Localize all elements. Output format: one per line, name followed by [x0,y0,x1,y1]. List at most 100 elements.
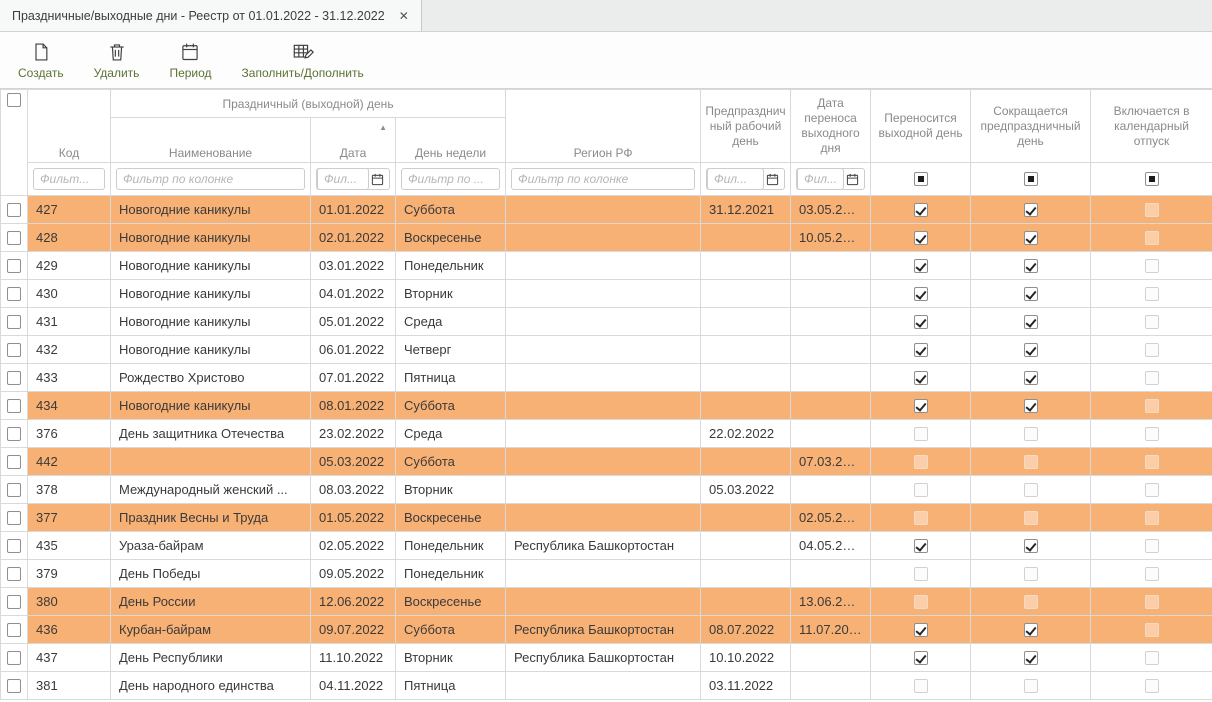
cell-transfer-date[interactable]: 04.05.2022 [791,532,871,560]
vacation-checkbox[interactable] [1145,595,1159,609]
row-select-checkbox[interactable] [7,259,21,273]
cell-preholiday[interactable] [701,504,791,532]
cell-region[interactable] [506,364,701,392]
cell-name[interactable]: Праздник Весны и Труда [111,504,311,532]
calendar-icon[interactable] [369,173,384,186]
table-row[interactable]: 436 Курбан-байрам 09.07.2022 Суббота Рес… [1,616,1212,644]
cell-transfer-date[interactable]: 03.05.2022 [791,196,871,224]
cell-preholiday[interactable] [701,448,791,476]
row-select-checkbox[interactable] [7,595,21,609]
cell-weekday[interactable]: Воскресенье [396,504,506,532]
table-row[interactable]: 437 День Республики 11.10.2022 Вторник Р… [1,644,1212,672]
row-select-checkbox[interactable] [7,539,21,553]
shortened-checkbox[interactable] [1024,623,1038,637]
cell-code[interactable]: 432 [28,336,111,364]
shortened-checkbox[interactable] [1024,679,1038,693]
shortened-checkbox[interactable] [1024,287,1038,301]
row-select-checkbox[interactable] [7,483,21,497]
vacation-checkbox[interactable] [1145,623,1159,637]
cell-date[interactable]: 05.01.2022 [311,308,396,336]
cell-weekday[interactable]: Понедельник [396,252,506,280]
filter-vacation-checkbox[interactable] [1145,172,1159,186]
shortened-checkbox[interactable] [1024,651,1038,665]
table-row[interactable]: 432 Новогодние каникулы 06.01.2022 Четве… [1,336,1212,364]
vacation-checkbox[interactable] [1145,259,1159,273]
table-row[interactable]: 381 День народного единства 04.11.2022 П… [1,672,1212,700]
filter-transfer-input[interactable] [797,168,844,190]
calendar-icon[interactable] [764,173,779,186]
filter-region-input[interactable] [511,168,695,190]
shortened-checkbox[interactable] [1024,231,1038,245]
transferred-checkbox[interactable] [914,455,928,469]
cell-region[interactable] [506,252,701,280]
table-row[interactable]: 431 Новогодние каникулы 05.01.2022 Среда [1,308,1212,336]
cell-date[interactable]: 23.02.2022 [311,420,396,448]
cell-code[interactable]: 376 [28,420,111,448]
shortened-checkbox[interactable] [1024,595,1038,609]
cell-region[interactable] [506,280,701,308]
shortened-checkbox[interactable] [1024,343,1038,357]
cell-code[interactable]: 379 [28,560,111,588]
cell-name[interactable]: День народного единства [111,672,311,700]
shortened-checkbox[interactable] [1024,427,1038,441]
cell-weekday[interactable]: Воскресенье [396,588,506,616]
row-select-checkbox[interactable] [7,315,21,329]
cell-region[interactable]: Республика Башкортостан [506,644,701,672]
cell-date[interactable]: 08.03.2022 [311,476,396,504]
cell-transfer-date[interactable]: 10.05.2022 [791,224,871,252]
cell-weekday[interactable]: Суббота [396,448,506,476]
transferred-checkbox[interactable] [914,399,928,413]
vacation-checkbox[interactable] [1145,231,1159,245]
col-header-region[interactable]: Регион РФ [506,90,701,163]
cell-name[interactable]: Новогодние каникулы [111,224,311,252]
cell-transfer-date[interactable] [791,644,871,672]
cell-date[interactable]: 02.01.2022 [311,224,396,252]
table-row[interactable]: 378 Международный женский ... 08.03.2022… [1,476,1212,504]
cell-date[interactable]: 04.11.2022 [311,672,396,700]
cell-name[interactable]: Новогодние каникулы [111,196,311,224]
cell-transfer-date[interactable]: 13.06.2022 [791,588,871,616]
cell-name[interactable]: День Победы [111,560,311,588]
vacation-checkbox[interactable] [1145,343,1159,357]
shortened-checkbox[interactable] [1024,203,1038,217]
col-header-preholiday[interactable]: Предпраздничный рабочий день [701,90,791,163]
cell-name[interactable]: Новогодние каникулы [111,252,311,280]
row-select-checkbox[interactable] [7,623,21,637]
cell-preholiday[interactable]: 05.03.2022 [701,476,791,504]
row-select-checkbox[interactable] [7,343,21,357]
cell-code[interactable]: 435 [28,532,111,560]
transferred-checkbox[interactable] [914,567,928,581]
col-header-name[interactable]: Наименование [111,118,311,163]
cell-transfer-date[interactable] [791,252,871,280]
vacation-checkbox[interactable] [1145,455,1159,469]
transferred-checkbox[interactable] [914,595,928,609]
vacation-checkbox[interactable] [1145,399,1159,413]
cell-preholiday[interactable]: 22.02.2022 [701,420,791,448]
cell-date[interactable]: 09.07.2022 [311,616,396,644]
cell-transfer-date[interactable] [791,476,871,504]
tab-close-icon[interactable]: ✕ [399,10,409,22]
cell-code[interactable]: 436 [28,616,111,644]
transferred-checkbox[interactable] [914,343,928,357]
cell-weekday[interactable]: Четверг [396,336,506,364]
cell-name[interactable]: День защитника Отечества [111,420,311,448]
period-button[interactable]: Период [157,37,223,84]
filter-weekday-input[interactable] [401,168,500,190]
cell-name[interactable]: Рождество Христово [111,364,311,392]
cell-region[interactable] [506,448,701,476]
cell-code[interactable]: 433 [28,364,111,392]
cell-transfer-date[interactable] [791,280,871,308]
shortened-checkbox[interactable] [1024,371,1038,385]
cell-region[interactable] [506,504,701,532]
cell-name[interactable]: Курбан-байрам [111,616,311,644]
vacation-checkbox[interactable] [1145,511,1159,525]
cell-region[interactable] [506,336,701,364]
cell-transfer-date[interactable]: 11.07.2022 [791,616,871,644]
cell-code[interactable]: 380 [28,588,111,616]
cell-name[interactable]: Новогодние каникулы [111,392,311,420]
cell-date[interactable]: 01.05.2022 [311,504,396,532]
vacation-checkbox[interactable] [1145,483,1159,497]
filter-date-input[interactable] [317,168,369,190]
filter-transferred-checkbox[interactable] [914,172,928,186]
table-row[interactable]: 377 Праздник Весны и Труда 01.05.2022 Во… [1,504,1212,532]
